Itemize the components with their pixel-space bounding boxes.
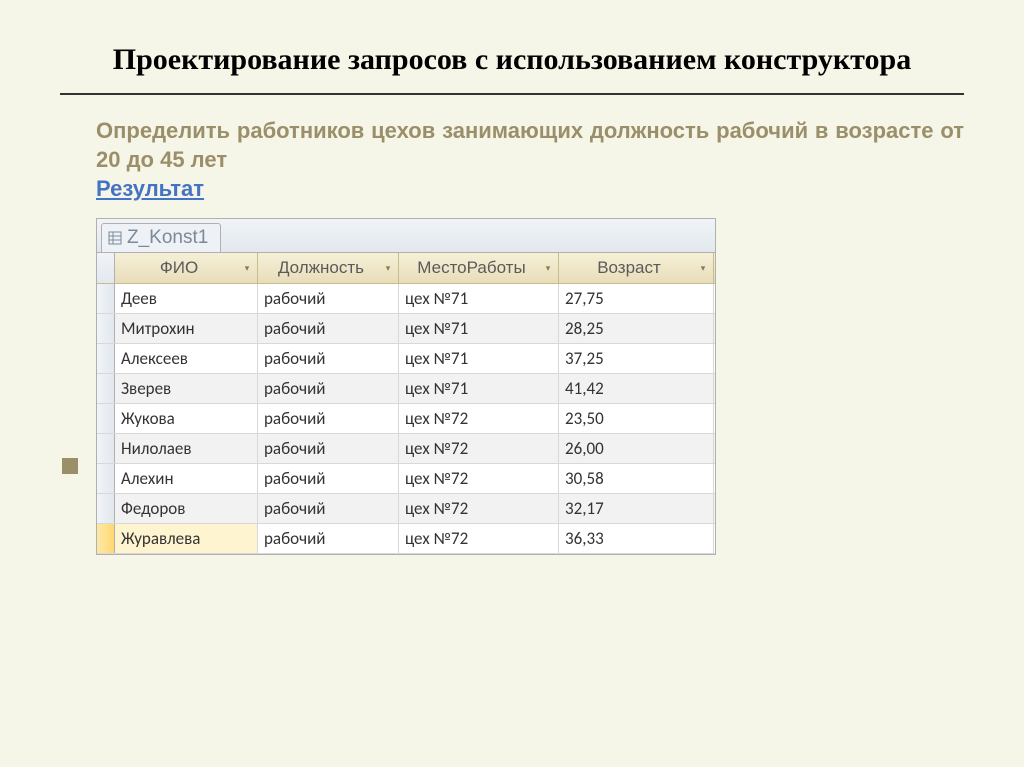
cell-position[interactable]: рабочий — [258, 314, 399, 343]
cell-age[interactable]: 27,75 — [559, 284, 714, 313]
cell-position[interactable]: рабочий — [258, 524, 399, 553]
cell-fio[interactable]: Зверев — [115, 374, 258, 403]
cell-position[interactable]: рабочий — [258, 434, 399, 463]
cell-place[interactable]: цех №72 — [399, 494, 559, 523]
row-selector[interactable] — [97, 344, 115, 373]
bullet-accent — [62, 458, 78, 474]
cell-age[interactable]: 26,00 — [559, 434, 714, 463]
row-selector[interactable] — [97, 284, 115, 313]
cell-position[interactable]: рабочий — [258, 284, 399, 313]
cell-position[interactable]: рабочий — [258, 494, 399, 523]
cell-position[interactable]: рабочий — [258, 344, 399, 373]
cell-place[interactable]: цех №72 — [399, 434, 559, 463]
cell-age[interactable]: 23,50 — [559, 404, 714, 433]
cell-age[interactable]: 41,42 — [559, 374, 714, 403]
table-row[interactable]: Жуковарабочийцех №7223,50 — [97, 404, 715, 434]
table-row[interactable]: Нилолаеврабочийцех №7226,00 — [97, 434, 715, 464]
column-header-label: Возраст — [563, 258, 695, 278]
cell-fio[interactable]: Нилолаев — [115, 434, 258, 463]
cell-age[interactable]: 28,25 — [559, 314, 714, 343]
result-link[interactable]: Результат — [96, 176, 204, 202]
row-selector[interactable] — [97, 374, 115, 403]
tab-bar: Z_Konst1 — [97, 219, 715, 253]
cell-place[interactable]: цех №71 — [399, 344, 559, 373]
table-row[interactable]: Звереврабочийцех №7141,42 — [97, 374, 715, 404]
cell-place[interactable]: цех №72 — [399, 464, 559, 493]
task-description: Определить работников цехов занимающих д… — [96, 117, 964, 174]
select-all-corner[interactable] — [97, 253, 115, 283]
column-header-age[interactable]: Возраст ▾ — [559, 253, 714, 283]
cell-place[interactable]: цех №72 — [399, 404, 559, 433]
row-selector[interactable] — [97, 524, 115, 553]
row-selector[interactable] — [97, 314, 115, 343]
cell-age[interactable]: 37,25 — [559, 344, 714, 373]
cell-fio[interactable]: Деев — [115, 284, 258, 313]
table-row[interactable]: Журавлеварабочийцех №7236,33 — [97, 524, 715, 554]
row-selector[interactable] — [97, 494, 115, 523]
cell-place[interactable]: цех №71 — [399, 314, 559, 343]
cell-position[interactable]: рабочий — [258, 374, 399, 403]
row-selector[interactable] — [97, 434, 115, 463]
cell-fio[interactable]: Алексеев — [115, 344, 258, 373]
table-row[interactable]: Алексееврабочийцех №7137,25 — [97, 344, 715, 374]
slide-title: Проектирование запросов с использованием… — [60, 40, 964, 79]
cell-position[interactable]: рабочий — [258, 404, 399, 433]
chevron-down-icon[interactable]: ▾ — [382, 262, 394, 274]
column-header-fio[interactable]: ФИО ▾ — [115, 253, 258, 283]
column-header-position[interactable]: Должность ▾ — [258, 253, 399, 283]
divider — [60, 93, 964, 95]
table-row[interactable]: Федороврабочийцех №7232,17 — [97, 494, 715, 524]
table-row[interactable]: Дееврабочийцех №7127,75 — [97, 284, 715, 314]
table-row[interactable]: Митрохинрабочийцех №7128,25 — [97, 314, 715, 344]
column-header-place[interactable]: МестоРаботы ▾ — [399, 253, 559, 283]
query-result-window: Z_Konst1 ФИО ▾ Должность ▾ МестоРаботы — [96, 218, 716, 555]
tab-query[interactable]: Z_Konst1 — [101, 223, 221, 252]
row-selector[interactable] — [97, 464, 115, 493]
chevron-down-icon[interactable]: ▾ — [542, 262, 554, 274]
cell-age[interactable]: 36,33 — [559, 524, 714, 553]
cell-fio[interactable]: Федоров — [115, 494, 258, 523]
cell-fio[interactable]: Митрохин — [115, 314, 258, 343]
cell-place[interactable]: цех №71 — [399, 374, 559, 403]
column-header-label: ФИО — [119, 258, 239, 278]
column-header-label: МестоРаботы — [403, 258, 540, 278]
row-selector[interactable] — [97, 404, 115, 433]
data-grid: ФИО ▾ Должность ▾ МестоРаботы ▾ Возраст … — [97, 253, 715, 554]
cell-position[interactable]: рабочий — [258, 464, 399, 493]
cell-age[interactable]: 32,17 — [559, 494, 714, 523]
tab-label: Z_Konst1 — [127, 227, 208, 249]
column-header-label: Должность — [262, 258, 380, 278]
cell-fio[interactable]: Алехин — [115, 464, 258, 493]
chevron-down-icon[interactable]: ▾ — [241, 262, 253, 274]
cell-place[interactable]: цех №72 — [399, 524, 559, 553]
cell-age[interactable]: 30,58 — [559, 464, 714, 493]
cell-place[interactable]: цех №71 — [399, 284, 559, 313]
table-row[interactable]: Алехинрабочийцех №7230,58 — [97, 464, 715, 494]
datasheet-icon — [108, 231, 122, 245]
cell-fio[interactable]: Жукова — [115, 404, 258, 433]
grid-header: ФИО ▾ Должность ▾ МестоРаботы ▾ Возраст … — [97, 253, 715, 284]
chevron-down-icon[interactable]: ▾ — [697, 262, 709, 274]
cell-fio[interactable]: Журавлева — [115, 524, 258, 553]
